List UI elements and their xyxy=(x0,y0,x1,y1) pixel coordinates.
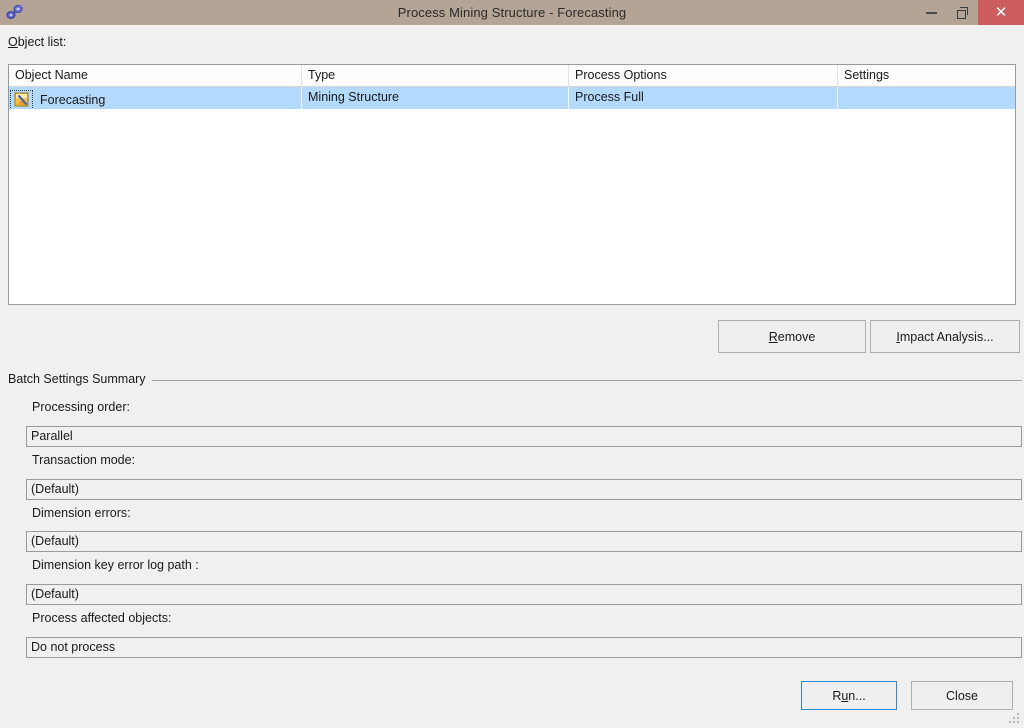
window-controls: ✕ xyxy=(916,0,1024,25)
column-header-settings[interactable]: Settings xyxy=(838,65,1015,86)
minimize-icon xyxy=(926,11,937,14)
run-button-pre: R xyxy=(832,688,842,703)
table-row[interactable]: Forecasting Mining Structure Process Ful… xyxy=(9,87,1015,109)
field-dimension-errors[interactable]: (Default) xyxy=(26,531,1022,552)
title-bar[interactable]: Process Mining Structure - Forecasting ✕ xyxy=(0,0,1024,25)
impact-analysis-label: mpact Analysis... xyxy=(899,329,994,344)
object-list-label-rest: bject list: xyxy=(17,35,67,49)
object-list[interactable]: Object Name Type Process Options Setting… xyxy=(8,64,1016,305)
restore-icon xyxy=(957,7,968,19)
resize-grip[interactable] xyxy=(1008,713,1021,726)
label-processing-order: Processing order: xyxy=(32,400,130,414)
label-dimension-key-error-log-path: Dimension key error log path : xyxy=(32,558,199,572)
group-box-divider xyxy=(8,380,1022,381)
label-transaction-mode: Transaction mode: xyxy=(32,453,136,467)
column-header-object-name[interactable]: Object Name xyxy=(9,65,302,86)
minimize-button[interactable] xyxy=(916,0,947,25)
window-title: Process Mining Structure - Forecasting xyxy=(397,5,627,20)
cell-object-name[interactable]: Forecasting xyxy=(9,87,302,109)
run-button-label: n... xyxy=(848,688,866,703)
impact-analysis-button[interactable]: Impact Analysis... xyxy=(870,320,1020,353)
mining-structure-item-icon xyxy=(10,89,33,109)
close-dialog-button[interactable]: Close xyxy=(911,681,1013,710)
object-name-text: Forecasting xyxy=(40,92,106,107)
run-button[interactable]: Run... xyxy=(801,681,897,710)
cell-type[interactable]: Mining Structure xyxy=(302,87,569,109)
cell-process-options[interactable]: Process Full xyxy=(569,87,838,109)
field-dimension-key-error-log-path[interactable]: (Default) xyxy=(26,584,1022,605)
object-list-label: Object list: xyxy=(8,35,66,49)
remove-button-accel: R xyxy=(768,329,778,344)
close-icon: ✕ xyxy=(994,3,1008,21)
remove-button[interactable]: Remove xyxy=(718,320,866,353)
object-list-header: Object Name Type Process Options Setting… xyxy=(9,65,1015,87)
batch-settings-group-title: Batch Settings Summary xyxy=(8,372,152,386)
field-processing-order[interactable]: Parallel xyxy=(26,426,1022,447)
restore-button[interactable] xyxy=(947,0,978,25)
cell-settings[interactable] xyxy=(838,87,1015,109)
label-dimension-errors: Dimension errors: xyxy=(32,506,131,520)
object-list-label-accel: O xyxy=(8,35,18,49)
field-process-affected-objects[interactable]: Do not process xyxy=(26,637,1022,658)
remove-button-label: emove xyxy=(777,329,816,344)
column-header-process-options[interactable]: Process Options xyxy=(569,65,838,86)
mining-structure-icon xyxy=(4,2,26,24)
label-process-affected-objects: Process affected objects: xyxy=(32,611,172,625)
column-header-type[interactable]: Type xyxy=(302,65,569,86)
close-button[interactable]: ✕ xyxy=(978,0,1024,25)
field-transaction-mode[interactable]: (Default) xyxy=(26,479,1022,500)
